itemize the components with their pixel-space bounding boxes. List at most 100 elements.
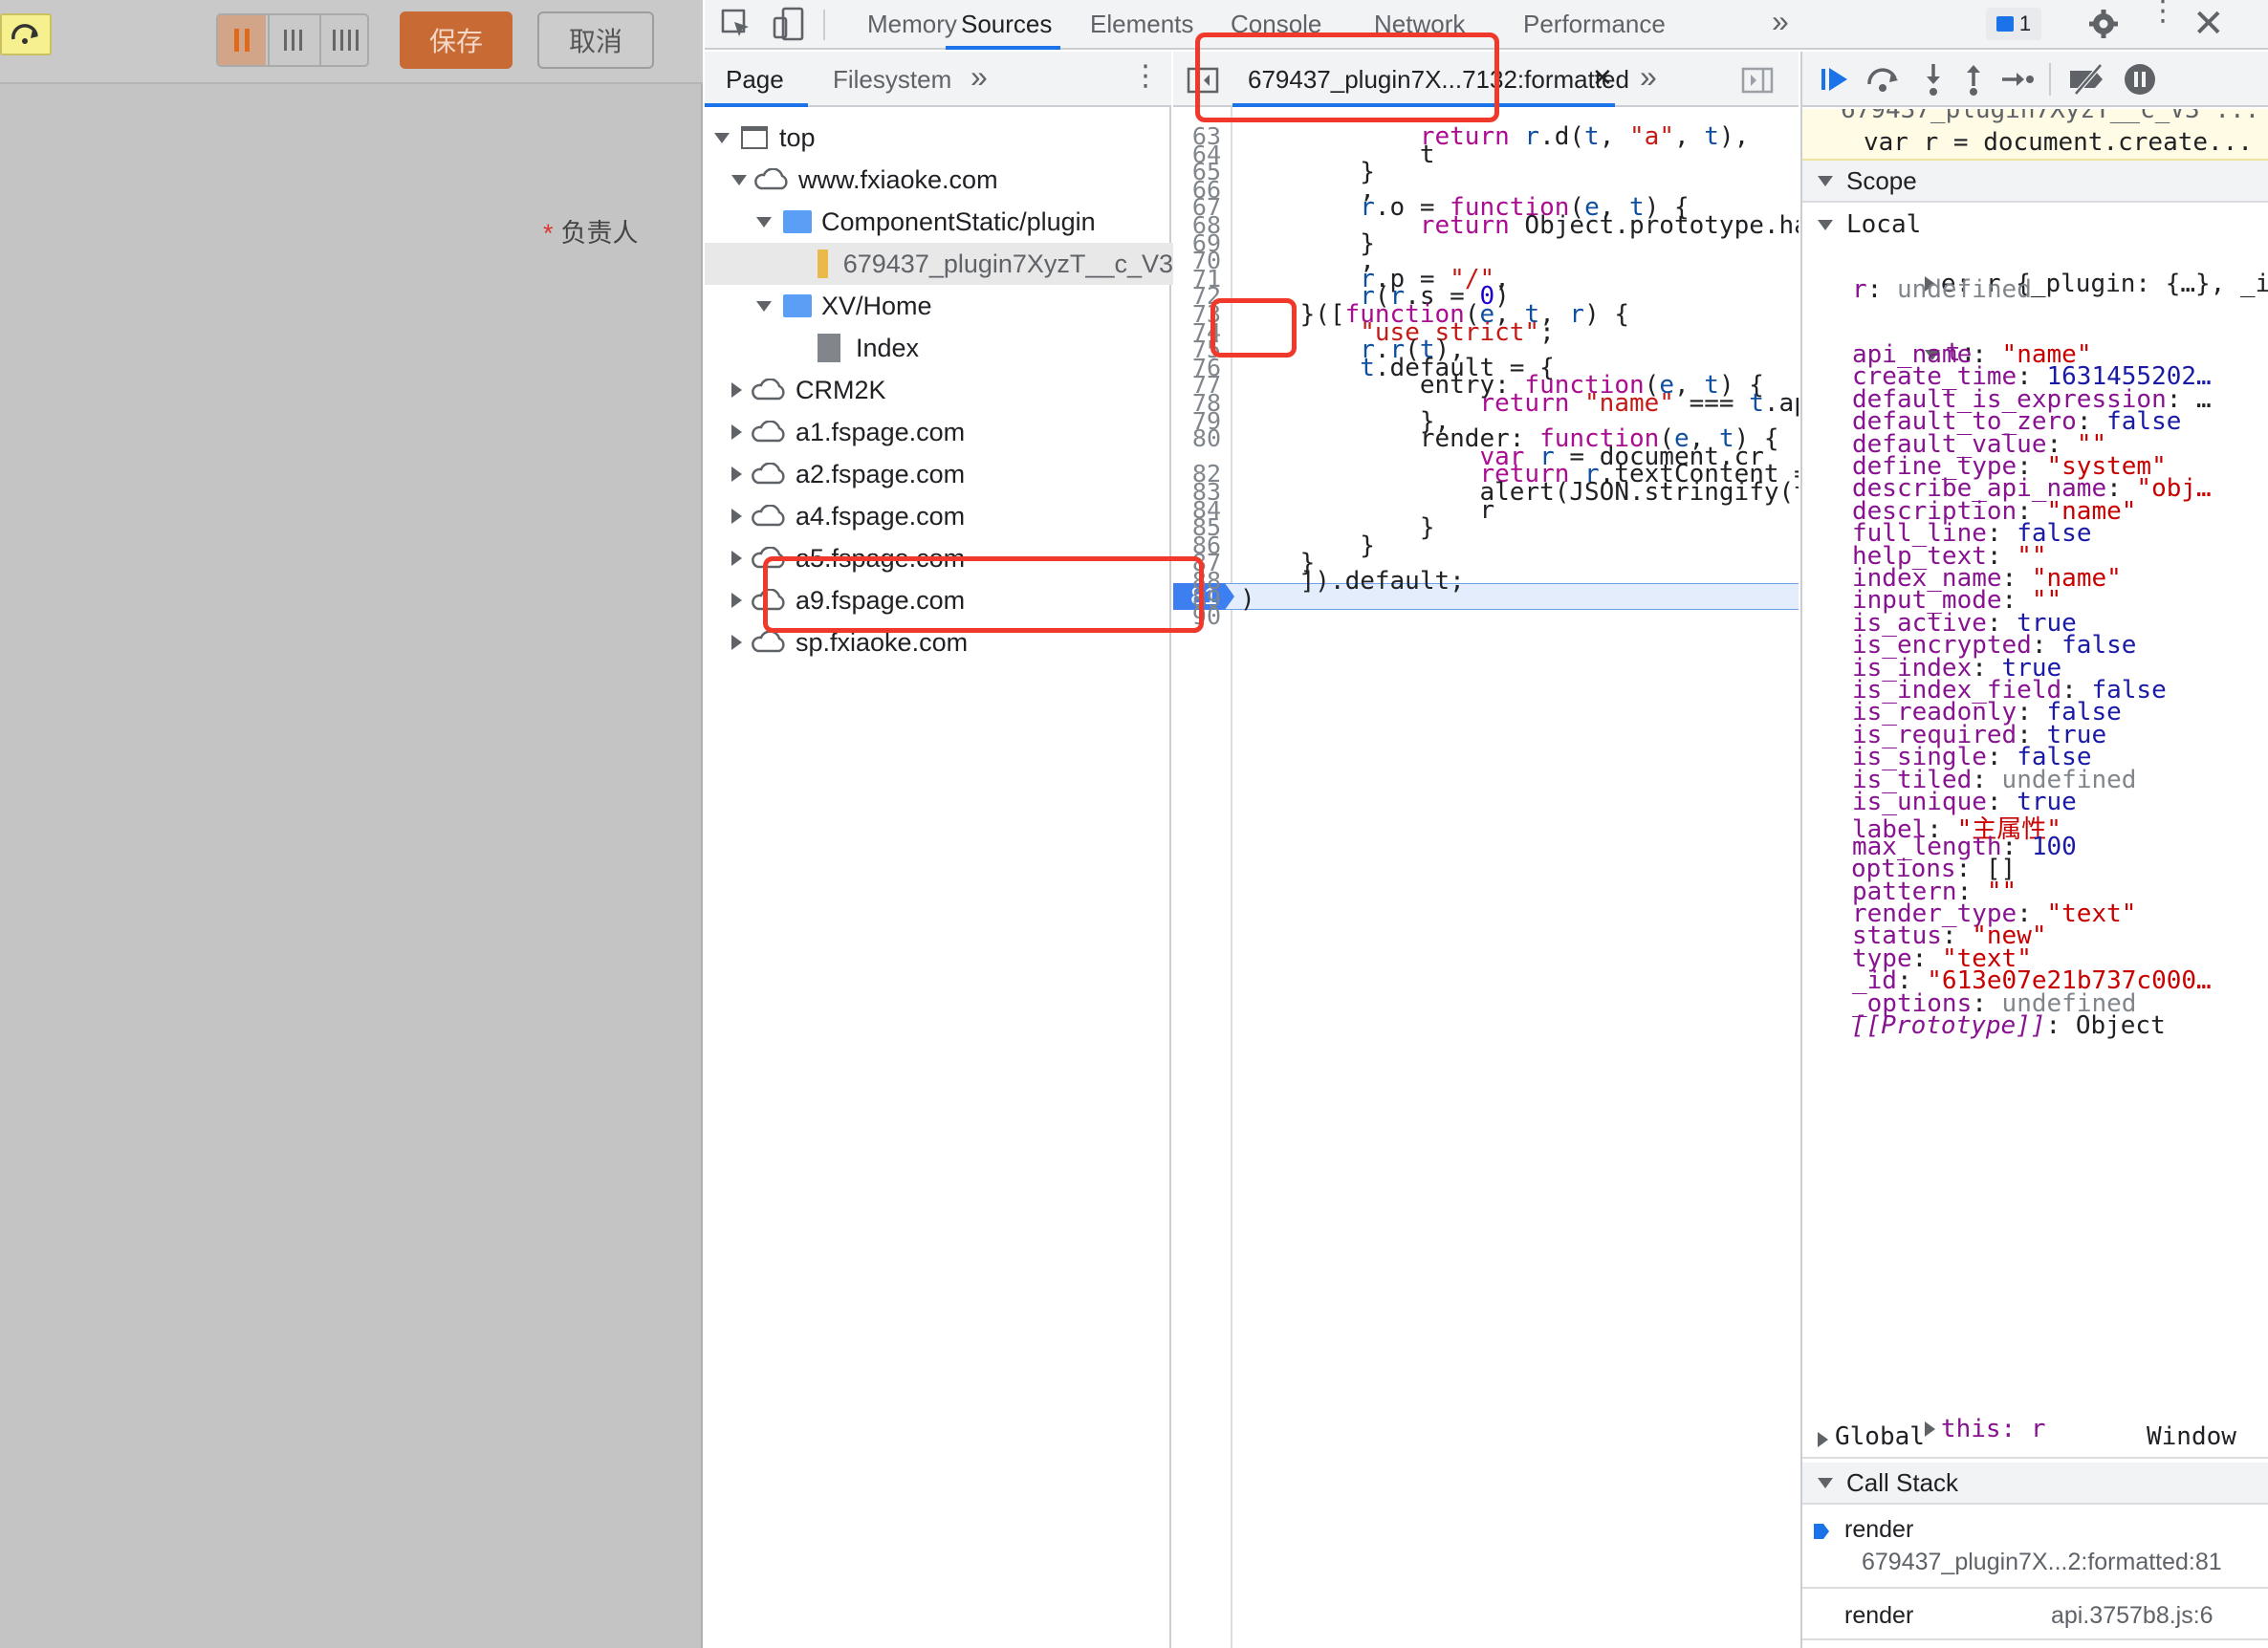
collapsed-arrow-icon xyxy=(731,466,742,482)
app-toolbar: 保存 取消 xyxy=(0,0,703,84)
tree-item-file-selected[interactable]: 679437_plugin7XyzT__c_V3 xyxy=(705,243,1173,285)
nav-more-icon[interactable]: » xyxy=(970,59,988,95)
cloud-icon xyxy=(752,379,785,401)
close-devtools-icon[interactable]: ✕ xyxy=(2192,2,2225,46)
tree-item-domain[interactable]: a2.fspage.com xyxy=(705,453,1173,495)
app-panel: 保存 取消 * 负责人 xyxy=(0,0,703,1648)
collapsed-arrow-icon xyxy=(731,551,742,566)
tree-label: top xyxy=(779,122,816,152)
tree-label: ComponentStatic/plugin xyxy=(821,206,1096,236)
more-tabs-icon[interactable]: » xyxy=(1772,4,1789,39)
navigator-panel: Page Filesystem » ⋮ top www.fxiaoke.com … xyxy=(705,52,1173,1648)
editor-panel: 679437_plugin7X...7132:formatted ✕ » 81 … xyxy=(1173,52,1799,1648)
controls-divider xyxy=(2049,63,2051,96)
property-value: Object xyxy=(2075,1011,2166,1040)
expanded-arrow-icon xyxy=(1818,175,1833,186)
navigator-tabs: Page Filesystem » ⋮ xyxy=(705,52,1171,107)
nav-menu-icon[interactable]: ⋮ xyxy=(1131,59,1160,93)
tree-label: a2.fspage.com xyxy=(796,459,966,488)
scope-var-r-key: r xyxy=(1852,275,1867,304)
step-into-icon[interactable] xyxy=(1919,61,1948,98)
resume-icon[interactable] xyxy=(1818,63,1850,96)
step-over-icon xyxy=(11,24,38,44)
density-option-3[interactable] xyxy=(268,15,317,65)
global-scope-row[interactable]: Global Window xyxy=(1802,1420,2268,1459)
tree-item-file[interactable]: Index xyxy=(705,327,1173,369)
density-option-2[interactable] xyxy=(218,15,266,65)
current-frame-arrow-icon xyxy=(1814,1524,1829,1539)
close-tab-icon[interactable]: ✕ xyxy=(1592,63,1613,93)
property-key: [[Prototype]] xyxy=(1852,1011,2046,1040)
cloud-icon xyxy=(752,421,785,443)
scope-property[interactable]: [[Prototype]]: Object xyxy=(1852,1011,2268,1040)
paused-source-line: var r = document.create... xyxy=(1864,128,2253,157)
tree-item-domain[interactable]: a1.fspage.com xyxy=(705,411,1173,453)
line-number[interactable]: 80 xyxy=(1173,424,1221,452)
tree-item-domain[interactable]: www.fxiaoke.com xyxy=(705,159,1173,201)
settings-gear-icon[interactable] xyxy=(2087,8,2120,40)
messages-badge[interactable]: 1 xyxy=(1986,8,2041,40)
step-over-icon[interactable] xyxy=(1864,63,1902,96)
step-out-icon[interactable] xyxy=(1959,61,1988,98)
collapsed-arrow-icon xyxy=(731,635,742,650)
column-2-icon xyxy=(234,29,250,52)
tree-label: CRM2K xyxy=(796,375,886,404)
folder-icon xyxy=(783,210,812,233)
local-scope-header[interactable]: Local xyxy=(1802,207,2268,242)
tree-item-folder[interactable]: ComponentStatic/plugin xyxy=(705,201,1173,243)
paused-debugger-badge[interactable] xyxy=(0,13,52,55)
global-value: Window xyxy=(2147,1422,2236,1451)
kebab-menu-icon[interactable]: ⋮ xyxy=(2148,0,2177,26)
tree-label: XV/Home xyxy=(821,291,932,320)
code-line: ) xyxy=(1240,584,1255,614)
tree-item-domain[interactable]: CRM2K xyxy=(705,369,1173,411)
device-toolbar-icon[interactable] xyxy=(772,6,806,42)
tree-label: a4.fspage.com xyxy=(796,501,966,531)
frame-function: render xyxy=(1844,1516,1914,1543)
tree-item-top[interactable]: top xyxy=(705,117,1173,159)
collapsed-arrow-icon xyxy=(1818,1432,1828,1447)
nav-tab-filesystem[interactable]: Filesystem xyxy=(833,65,951,95)
tab-sources[interactable]: Sources xyxy=(961,10,1052,39)
save-button[interactable]: 保存 xyxy=(400,11,512,69)
callstack-header[interactable]: Call Stack xyxy=(1802,1463,2268,1505)
expanded-arrow-icon xyxy=(731,174,747,185)
toggle-debugger-icon[interactable] xyxy=(1741,67,1774,94)
tab-performance[interactable]: Performance xyxy=(1523,10,1666,39)
cloud-icon xyxy=(752,463,785,485)
collapsed-arrow-icon xyxy=(731,382,742,398)
tree-label: a1.fspage.com xyxy=(796,417,966,446)
tree-item-domain[interactable]: a4.fspage.com xyxy=(705,495,1173,537)
highlight-debugger-controls xyxy=(1195,33,1499,122)
js-file-icon xyxy=(818,249,828,278)
callstack-title: Call Stack xyxy=(1846,1467,1959,1497)
active-tab-underline xyxy=(946,46,1060,50)
document-file-icon xyxy=(818,334,840,362)
deactivate-breakpoints-icon[interactable] xyxy=(2066,63,2108,96)
pause-on-exceptions-icon[interactable] xyxy=(2122,61,2158,98)
callstack-frame-current[interactable]: render 679437_plugin7X...2:formatted:81 xyxy=(1802,1508,2268,1589)
callstack-frame[interactable]: render api.3757b8.js:6 xyxy=(1802,1591,2268,1640)
expanded-arrow-icon xyxy=(1818,1477,1833,1488)
tab-elements[interactable]: Elements xyxy=(1090,10,1193,39)
toolbar-divider xyxy=(823,10,825,40)
cancel-button[interactable]: 取消 xyxy=(537,11,654,69)
devtools: Memory Sources Elements Console Network … xyxy=(705,0,2268,1648)
tree-item-folder[interactable]: XV/Home xyxy=(705,285,1173,327)
density-option-4[interactable] xyxy=(319,15,369,65)
scope-header[interactable]: Scope xyxy=(1802,161,2268,203)
expanded-arrow-icon xyxy=(714,132,730,143)
tree-label: 679437_plugin7XyzT__c_V3 xyxy=(842,249,1173,278)
inspect-element-icon[interactable] xyxy=(720,8,752,40)
nav-tab-page[interactable]: Page xyxy=(726,65,784,95)
tab-memory[interactable]: Memory xyxy=(867,10,957,39)
expanded-arrow-icon xyxy=(756,216,772,228)
frame-location: 679437_plugin7X...2:formatted:81 xyxy=(1862,1549,2222,1575)
step-icon[interactable] xyxy=(1999,63,2036,96)
editor-more-icon[interactable]: » xyxy=(1640,59,1657,95)
cloud-icon xyxy=(752,505,785,527)
folder-icon xyxy=(783,294,812,317)
density-switch xyxy=(216,13,369,67)
debugger-sidebar: 679437_plugin7XyzT__c_V3 ... var r = doc… xyxy=(1800,52,2268,1648)
collapsed-arrow-icon xyxy=(731,593,742,608)
